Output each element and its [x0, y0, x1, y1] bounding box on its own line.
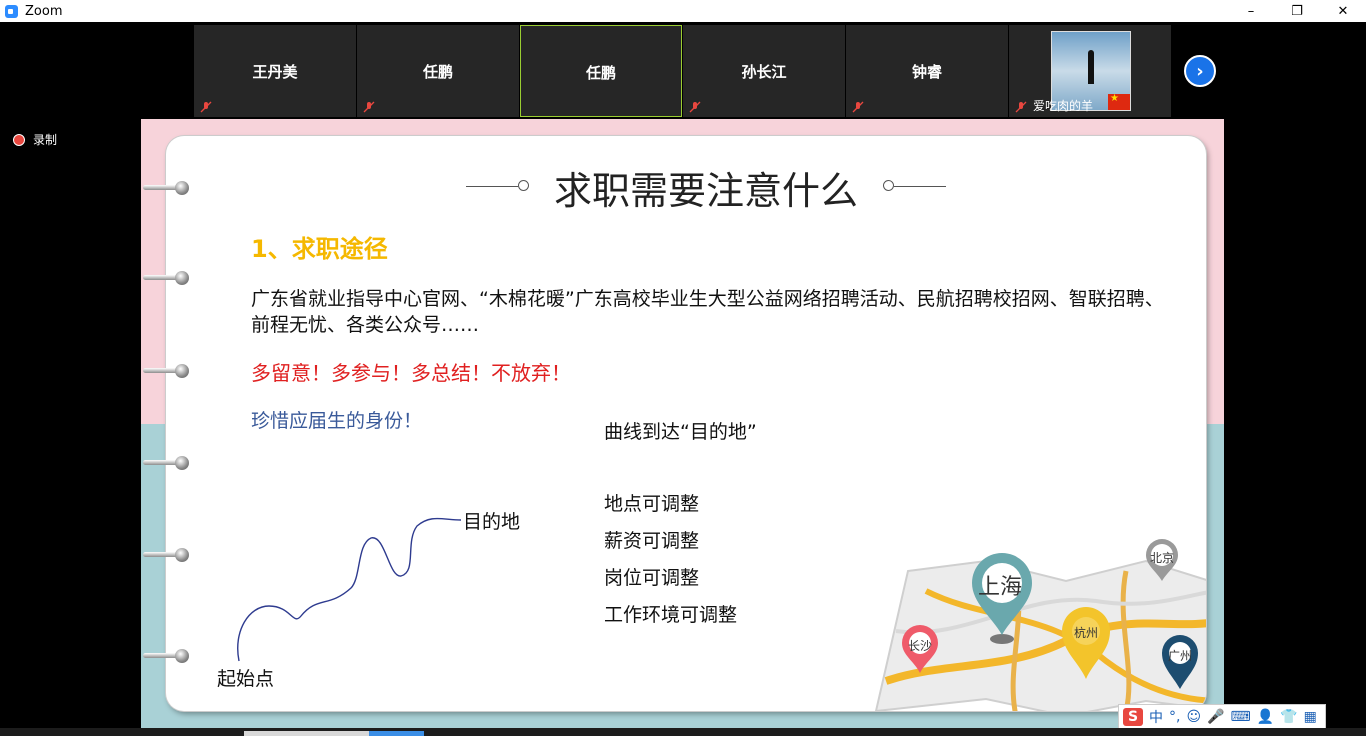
- destination-label: 目的地: [463, 511, 521, 533]
- participant-strip: 王丹美 任鹏 任鹏 孙长江 钟睿 爱吃肉的羊: [194, 25, 1171, 117]
- curve-heading: 曲线到达“目的地”: [604, 421, 757, 443]
- map-label-shanghai: 上海: [978, 575, 1023, 600]
- sogou-logo-icon[interactable]: S: [1123, 708, 1143, 726]
- recording-label: 录制: [33, 133, 58, 147]
- avatar-figure: [1088, 50, 1094, 84]
- close-button[interactable]: ✕: [1320, 0, 1366, 22]
- participant-tile-active-speaker[interactable]: 任鹏: [520, 25, 682, 117]
- slogan-text: 多留意！多参与！多总结！不放弃！: [251, 361, 571, 385]
- muted-mic-icon: [852, 101, 864, 113]
- muted-mic-icon: [363, 101, 375, 113]
- shared-screen-slide: 求职需要注意什么 1、求职途径 广东省就业指导中心官网、“木棉花暖”广东高校毕业…: [141, 119, 1224, 728]
- participant-name: 王丹美: [252, 63, 298, 81]
- adjust-item: 地点可调整: [604, 493, 700, 515]
- participant-name: 爱吃肉的羊: [1033, 99, 1094, 113]
- binder-ring: [143, 271, 191, 285]
- participant-tile[interactable]: 孙长江: [683, 25, 845, 117]
- binder-ring: [143, 649, 191, 663]
- taskbar: [0, 728, 1366, 736]
- muted-mic-icon: [1015, 101, 1027, 113]
- muted-mic-icon: [200, 101, 212, 113]
- binder-ring: [143, 181, 191, 195]
- emoji-icon[interactable]: ☺: [1186, 709, 1201, 725]
- record-dot-icon: [13, 133, 25, 146]
- cherish-text: 珍惜应届生的身份！: [251, 410, 423, 432]
- slide-title: 求职需要注意什么: [553, 169, 858, 213]
- zoom-logo-icon: [5, 4, 18, 18]
- ime-punct-toggle[interactable]: °,: [1169, 709, 1180, 725]
- window-title: Zoom: [25, 3, 63, 19]
- next-page-button[interactable]: ›: [1184, 55, 1216, 87]
- title-divider: [466, 186, 518, 187]
- title-block: 求职需要注意什么: [466, 156, 946, 216]
- minimize-button[interactable]: –: [1228, 0, 1274, 22]
- binder-ring: [143, 548, 191, 562]
- participant-tile[interactable]: 王丹美: [194, 25, 356, 117]
- participant-name: 任鹏: [422, 63, 453, 81]
- title-divider: [894, 186, 946, 187]
- pin-shadow: [990, 634, 1014, 644]
- title-ornament: [883, 180, 894, 191]
- start-label: 起始点: [217, 668, 275, 690]
- title-ornament: [518, 180, 529, 191]
- keyboard-icon[interactable]: ⌨: [1231, 709, 1251, 725]
- participant-name: 任鹏: [585, 64, 616, 82]
- taskbar-item[interactable]: [244, 731, 369, 736]
- binder-ring: [143, 364, 191, 378]
- ime-toolbar: S 中 °, ☺ 🎤 ⌨ 👤 👕 ▦: [1118, 704, 1326, 730]
- skin-icon[interactable]: 👕: [1280, 709, 1297, 725]
- china-flag-icon: [1108, 93, 1130, 110]
- maximize-button[interactable]: ❐: [1274, 0, 1320, 22]
- adjust-item: 岗位可调整: [604, 567, 700, 589]
- adjust-item: 薪资可调整: [604, 530, 700, 552]
- muted-mic-icon: [689, 101, 701, 113]
- voice-icon[interactable]: 🎤: [1207, 709, 1224, 725]
- map-label-changsha: 长沙: [908, 639, 933, 653]
- participant-tile[interactable]: 爱吃肉的羊: [1009, 25, 1171, 117]
- user-icon[interactable]: 👤: [1257, 709, 1274, 725]
- winding-path-curve: [237, 517, 462, 662]
- title-bar: Zoom – ❐ ✕: [0, 0, 1366, 22]
- map-label-beijing: 北京: [1150, 551, 1175, 565]
- recording-indicator: 录制: [13, 131, 57, 148]
- participant-tile[interactable]: 任鹏: [357, 25, 519, 117]
- taskbar-item-active[interactable]: [369, 731, 424, 736]
- window-controls: – ❐ ✕: [1228, 0, 1366, 22]
- adjust-item: 工作环境可调整: [604, 604, 738, 626]
- map-label-hangzhou: 杭州: [1074, 626, 1099, 640]
- participant-tile[interactable]: 钟睿: [846, 25, 1008, 117]
- participant-name: 钟睿: [911, 63, 942, 81]
- map-label-guangzhou: 广州: [1168, 649, 1193, 663]
- section-heading: 1、求职途径: [251, 235, 388, 263]
- map-illustration: 上海 长沙 杭州 北京 广州: [866, 531, 1206, 711]
- ime-mode-toggle[interactable]: 中: [1149, 707, 1163, 727]
- notebook-page: 求职需要注意什么 1、求职途径 广东省就业指导中心官网、“木棉花暖”广东高校毕业…: [166, 136, 1206, 711]
- channels-paragraph: 广东省就业指导中心官网、“木棉花暖”广东高校毕业生大型公益网络招聘活动、民航招聘…: [251, 288, 1164, 336]
- toolbox-icon[interactable]: ▦: [1304, 709, 1317, 725]
- participant-name: 孙长江: [741, 63, 787, 81]
- binder-ring: [143, 456, 191, 470]
